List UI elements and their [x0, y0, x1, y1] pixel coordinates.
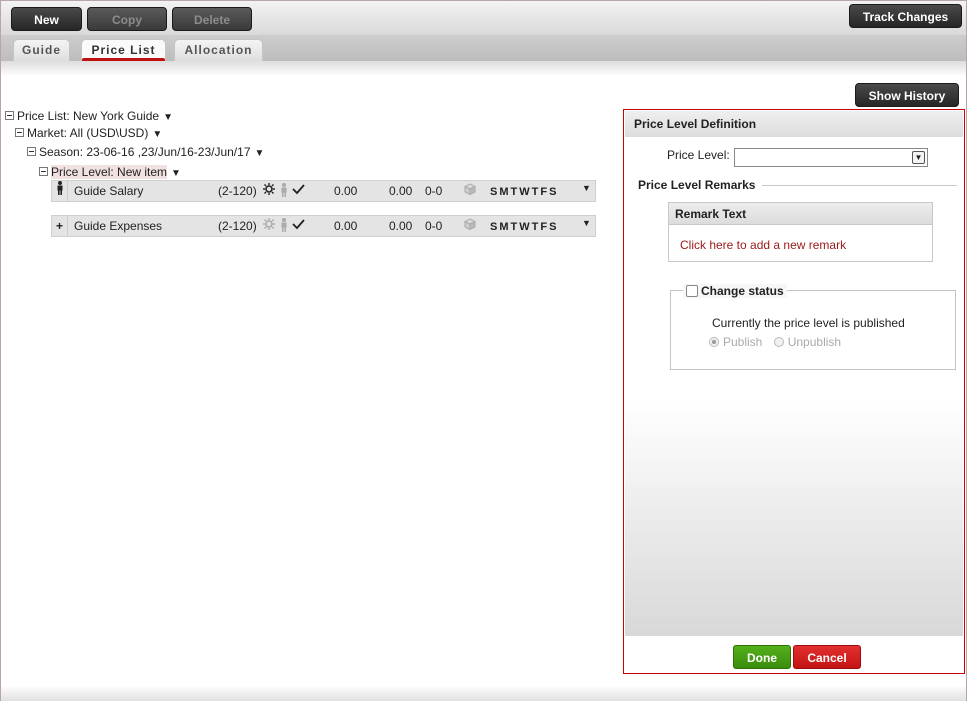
- box-icon[interactable]: [463, 183, 477, 199]
- show-history-button[interactable]: Show History: [855, 83, 959, 107]
- day-sun[interactable]: S: [490, 219, 497, 235]
- person-gray-icon[interactable]: [280, 183, 288, 201]
- panel-body: Price Level Definition Price Level: ▼ Pr…: [625, 111, 963, 636]
- toolbar: New Copy Delete Track Changes: [1, 1, 966, 35]
- day-wed[interactable]: W: [519, 184, 529, 200]
- collapse-icon[interactable]: [5, 111, 14, 120]
- row-name: Guide Salary: [74, 184, 144, 198]
- tree-season[interactable]: Season: 23-06-16 ,23/Jun/16-23/Jun/17 ▼: [27, 144, 264, 160]
- collapse-icon[interactable]: [15, 128, 24, 137]
- season-label: Season: 23-06-16 ,23/Jun/16-23/Jun/17: [39, 145, 251, 159]
- day-thu[interactable]: T: [532, 219, 539, 235]
- change-status-group: Change status Currently the price level …: [670, 284, 956, 370]
- row-value-3: 0-0: [425, 219, 443, 233]
- tab-guide[interactable]: Guide: [13, 39, 70, 61]
- collapse-icon[interactable]: [39, 167, 48, 176]
- new-button[interactable]: New: [11, 7, 82, 31]
- day-mon[interactable]: M: [499, 184, 508, 200]
- row-value-2: 0.00: [389, 184, 413, 198]
- panel-title: Price Level Definition: [625, 111, 963, 137]
- day-fri[interactable]: F: [540, 219, 547, 235]
- price-level-field-label: Price Level:: [667, 148, 730, 162]
- day-tue[interactable]: T: [511, 184, 518, 200]
- expand-icon[interactable]: +: [52, 216, 68, 236]
- change-status-legend[interactable]: Change status: [683, 284, 787, 298]
- row-value-3: 0-0: [425, 184, 443, 198]
- person-gray-icon[interactable]: [280, 218, 288, 236]
- day-sun[interactable]: S: [490, 184, 497, 200]
- caret-down-icon[interactable]: ▼: [582, 180, 591, 196]
- unpublish-label: Unpublish: [787, 335, 842, 349]
- price-level-label: Price Level: New item: [51, 165, 168, 179]
- day-sat[interactable]: S: [549, 219, 556, 235]
- remark-column-header: Remark Text: [669, 203, 932, 225]
- price-level-panel: Price Level Definition Price Level: ▼ Pr…: [623, 109, 965, 674]
- day-sat[interactable]: S: [549, 184, 556, 200]
- row-range: (2-120): [218, 219, 257, 233]
- footer-band: [1, 687, 966, 701]
- publish-radio[interactable]: [709, 337, 719, 347]
- day-tue[interactable]: T: [511, 219, 518, 235]
- tab-allocation[interactable]: Allocation: [174, 39, 263, 61]
- day-thu[interactable]: T: [532, 184, 539, 200]
- weekday-list: SMTWTFS: [490, 218, 558, 235]
- status-radios: Publish Unpublish: [709, 335, 841, 349]
- add-remark-link[interactable]: Click here to add a new remark: [669, 225, 932, 252]
- caret-down-icon[interactable]: ▼: [582, 215, 591, 231]
- collapse-icon[interactable]: [27, 147, 36, 156]
- remark-table: Remark Text Click here to add a new rema…: [668, 202, 933, 262]
- checkmark-icon[interactable]: [292, 183, 305, 199]
- caret-down-icon[interactable]: ▼: [152, 129, 162, 140]
- day-fri[interactable]: F: [540, 184, 547, 200]
- cancel-button[interactable]: Cancel: [793, 645, 861, 669]
- table-row[interactable]: + Guide Expenses (2-120) 0.00 0.00 0-0 S…: [51, 215, 596, 237]
- row-value-1: 0.00: [334, 219, 358, 233]
- day-wed[interactable]: W: [519, 219, 529, 235]
- unpublish-radio[interactable]: [773, 337, 784, 347]
- checkmark-icon[interactable]: [292, 218, 305, 234]
- caret-down-icon[interactable]: ▼: [255, 148, 265, 159]
- gear-gray-icon[interactable]: [263, 218, 275, 234]
- app-frame: New Copy Delete Track Changes Guide Pric…: [0, 0, 967, 701]
- copy-button[interactable]: Copy: [87, 7, 167, 31]
- publish-label: Publish: [723, 335, 763, 349]
- price-level-select[interactable]: ▼: [734, 148, 928, 167]
- box-icon[interactable]: [463, 218, 477, 234]
- done-button[interactable]: Done: [733, 645, 791, 669]
- table-row[interactable]: Guide Salary (2-120) 0.00 0.00 0-0 SMTWT…: [51, 180, 596, 202]
- tree-market[interactable]: Market: All (USD\USD) ▼: [15, 125, 162, 141]
- change-status-label: Change status: [701, 284, 784, 298]
- price-list-label: Price List: New York Guide: [17, 109, 160, 123]
- tree-price-list[interactable]: Price List: New York Guide ▼: [5, 108, 173, 124]
- row-value-1: 0.00: [334, 184, 358, 198]
- gear-icon[interactable]: [263, 183, 275, 199]
- weekday-list: SMTWTFS: [490, 183, 558, 200]
- tree-price-level[interactable]: Price Level: New item ▼: [39, 164, 181, 180]
- header-band: [1, 61, 966, 75]
- row-name: Guide Expenses: [74, 219, 163, 233]
- row-range: (2-120): [218, 184, 257, 198]
- caret-down-icon[interactable]: ▼: [171, 168, 181, 179]
- market-label: Market: All (USD\USD): [27, 126, 149, 140]
- caret-down-icon[interactable]: ▼: [163, 112, 173, 123]
- track-changes-button[interactable]: Track Changes: [849, 4, 962, 28]
- remarks-section-title: Price Level Remarks: [638, 178, 756, 192]
- divider: [762, 185, 957, 186]
- day-mon[interactable]: M: [499, 219, 508, 235]
- row-value-2: 0.00: [389, 219, 413, 233]
- dropdown-arrow-icon[interactable]: ▼: [912, 151, 925, 164]
- delete-button[interactable]: Delete: [172, 7, 252, 31]
- status-text: Currently the price level is published: [712, 316, 905, 330]
- change-status-checkbox[interactable]: [686, 285, 698, 297]
- person-icon: [52, 181, 68, 201]
